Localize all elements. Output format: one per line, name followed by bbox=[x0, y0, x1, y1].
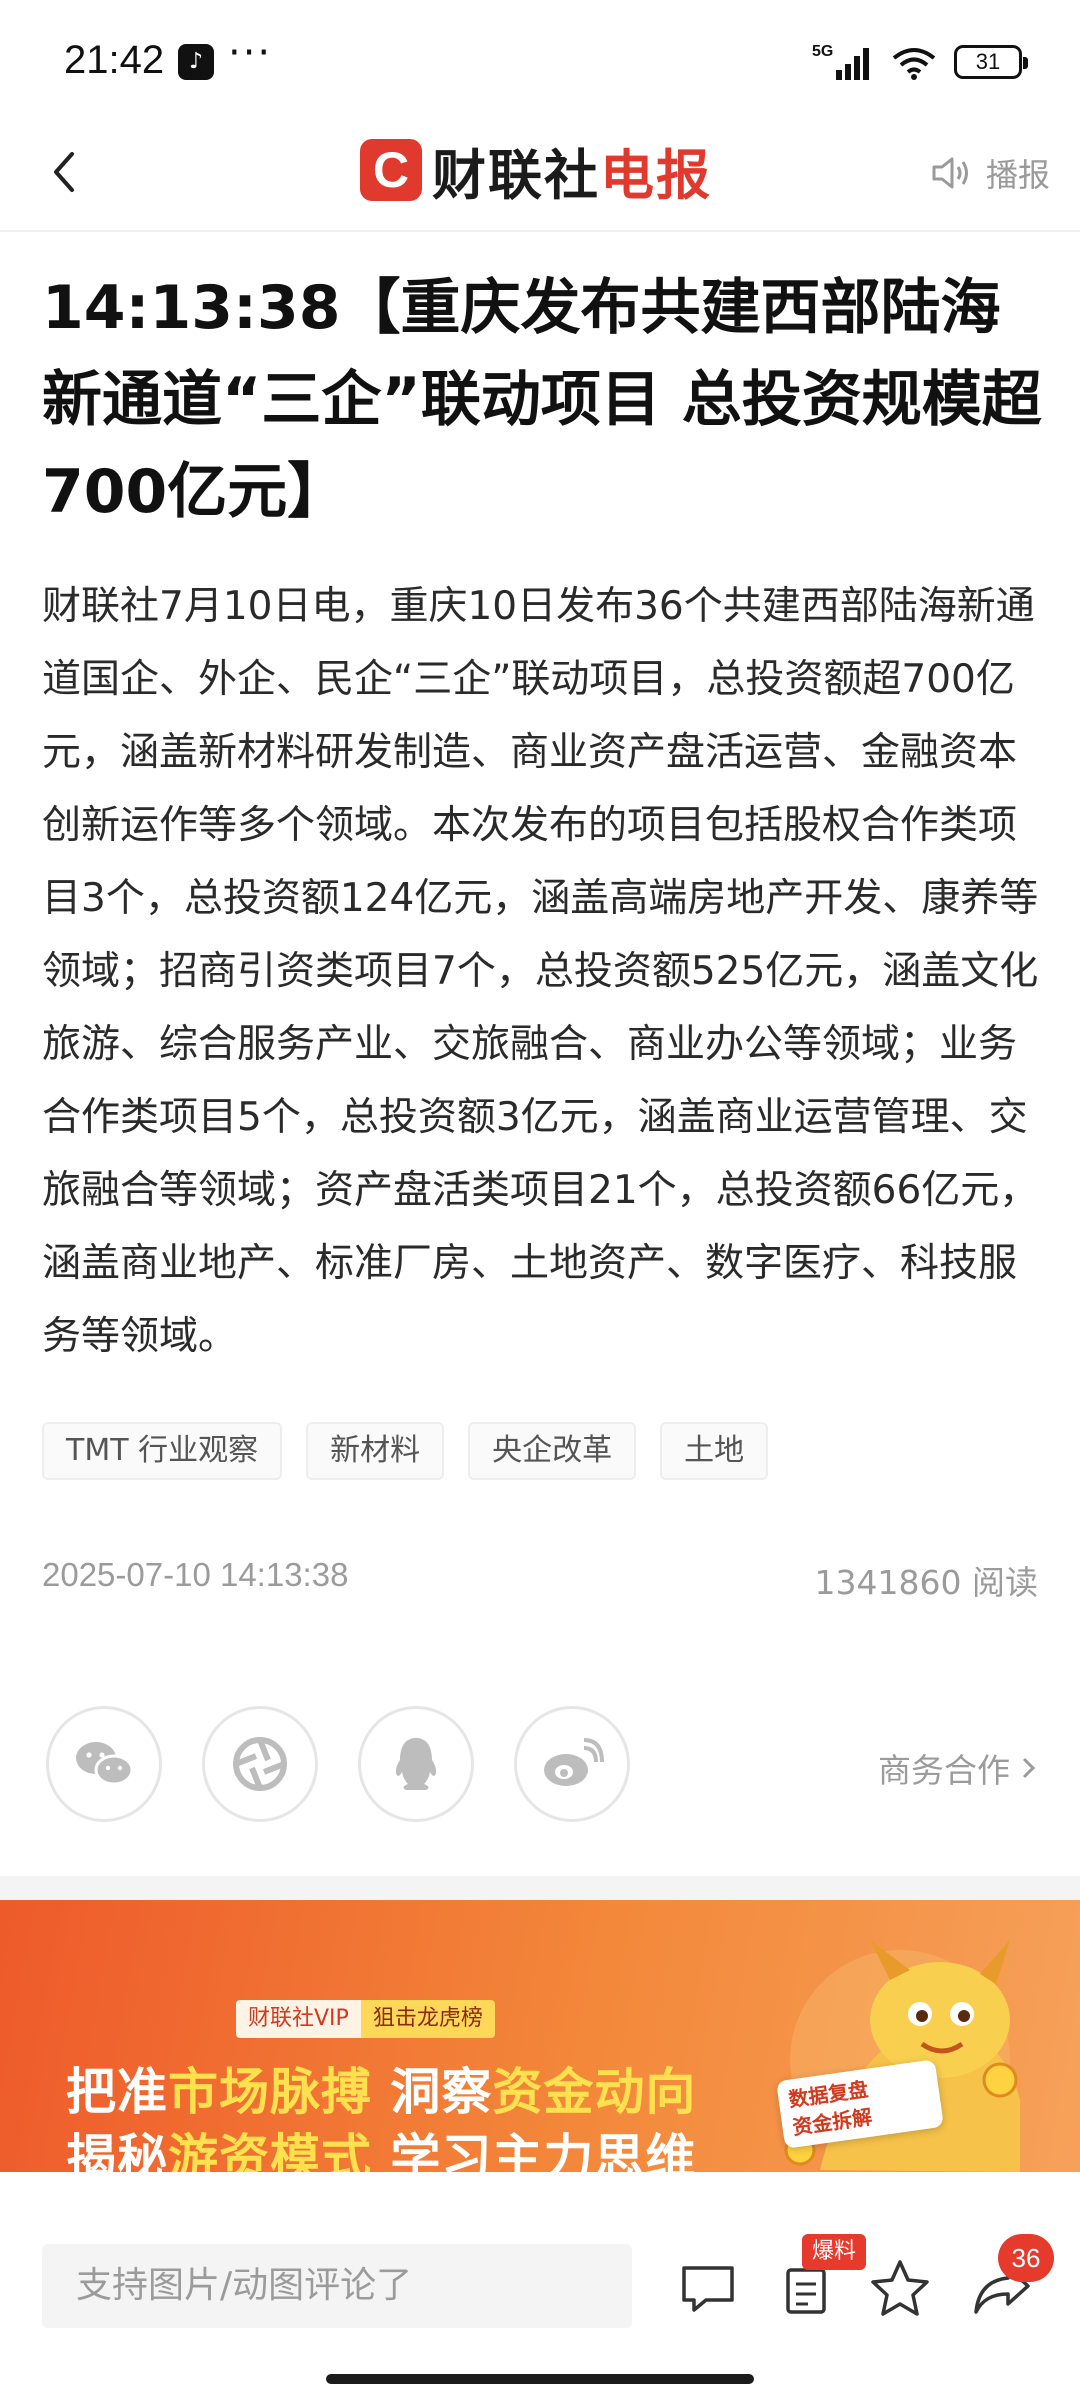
tiktok-notification-icon: ♪ bbox=[178, 44, 214, 80]
battery-icon: 31 bbox=[954, 45, 1028, 79]
business-cooperation-label: 商务合作 bbox=[878, 1751, 1010, 1790]
status-indicators: 5G 31 bbox=[812, 40, 1028, 84]
publish-datetime: 2025-07-10 14:13:38 bbox=[42, 1556, 349, 1593]
logo-main-text: 财联社 bbox=[432, 143, 600, 207]
share-row bbox=[46, 1706, 630, 1822]
vip-promo-banner[interactable]: 财联社VIP 狙击龙虎榜 把准市场脉搏 洞察资金动向 揭秘游资模式 学习主力思维… bbox=[0, 1900, 1080, 2172]
wechat-icon bbox=[76, 1742, 134, 1786]
share-count-badge: 36 bbox=[998, 2234, 1054, 2282]
comment-icon[interactable] bbox=[676, 2256, 740, 2320]
cellular-signal-icon: 5G bbox=[812, 43, 869, 80]
tag-land[interactable]: 土地 bbox=[660, 1422, 769, 1480]
tag-new-materials[interactable]: 新材料 bbox=[306, 1422, 445, 1480]
qq-icon bbox=[395, 1738, 437, 1790]
banner-headline-1: 把准市场脉搏 洞察资金动向 bbox=[66, 2063, 697, 2121]
network-type-label: 5G bbox=[812, 43, 833, 60]
comment-input[interactable]: 支持图片/动图评论了 bbox=[42, 2244, 632, 2328]
logo-mark: C bbox=[360, 139, 422, 201]
back-arrow-icon[interactable] bbox=[36, 142, 96, 202]
banner-headline-2: 揭秘游资模式 学习主力思维 bbox=[66, 2129, 697, 2172]
share-weibo-button[interactable] bbox=[514, 1706, 630, 1822]
weibo-icon bbox=[544, 1738, 604, 1786]
moments-icon bbox=[233, 1737, 287, 1791]
chevron-right-icon bbox=[1022, 1757, 1036, 1779]
banner-badge: 财联社VIP 狙击龙虎榜 bbox=[236, 2000, 495, 2038]
bottom-action-bar: 支持图片/动图评论了 爆料 36 bbox=[0, 2172, 1080, 2400]
tag-tmt[interactable]: TMT 行业观察 bbox=[42, 1422, 283, 1480]
cls-telegraph-logo: C 财联社电报 bbox=[360, 134, 712, 207]
dragon-mascot-illustration bbox=[784, 1940, 1020, 2172]
status-time: 21:42 bbox=[64, 38, 165, 82]
broadcast-label: 播报 bbox=[985, 156, 1050, 194]
report-tip-badge: 爆料 bbox=[802, 2234, 867, 2270]
status-bar: 21:42 ♪ ··· 5G 31 bbox=[0, 0, 1080, 120]
app-header: C 财联社电报 播报 bbox=[0, 120, 1080, 232]
logo-accent-text: 电报 bbox=[600, 143, 712, 207]
more-notifications-icon: ··· bbox=[228, 30, 273, 76]
article-title: 14:13:38【重庆发布共建西部陆海新通道“三企”联动项目 总投资规模超700… bbox=[42, 273, 1042, 527]
star-favorite-icon[interactable] bbox=[868, 2256, 932, 2320]
article-body: 财联社7月10日电，重庆10日发布36个共建西部陆海新通道国企、外企、民企“三企… bbox=[42, 584, 1039, 1359]
share-wechat-button[interactable] bbox=[46, 1706, 162, 1822]
home-indicator[interactable] bbox=[326, 2374, 754, 2384]
section-divider bbox=[0, 1876, 1080, 1900]
tag-soe-reform[interactable]: 央企改革 bbox=[468, 1422, 637, 1480]
banner-badge-product: 狙击龙虎榜 bbox=[360, 2000, 495, 2038]
speaker-icon bbox=[932, 157, 968, 189]
business-cooperation-link[interactable]: 商务合作 bbox=[878, 1744, 1040, 1792]
logo-text: 财联社电报 bbox=[432, 131, 712, 210]
broadcast-button[interactable]: 播报 bbox=[930, 150, 1050, 196]
banner-badge-vip: 财联社VIP bbox=[236, 2000, 361, 2038]
share-qq-button[interactable] bbox=[358, 1706, 474, 1822]
wifi-icon bbox=[892, 48, 936, 80]
read-count: 1341860 阅读 bbox=[814, 1563, 1038, 1602]
share-moments-button[interactable] bbox=[202, 1706, 318, 1822]
tag-list: TMT 行业观察 新材料 央企改革 土地 bbox=[42, 1422, 769, 1480]
